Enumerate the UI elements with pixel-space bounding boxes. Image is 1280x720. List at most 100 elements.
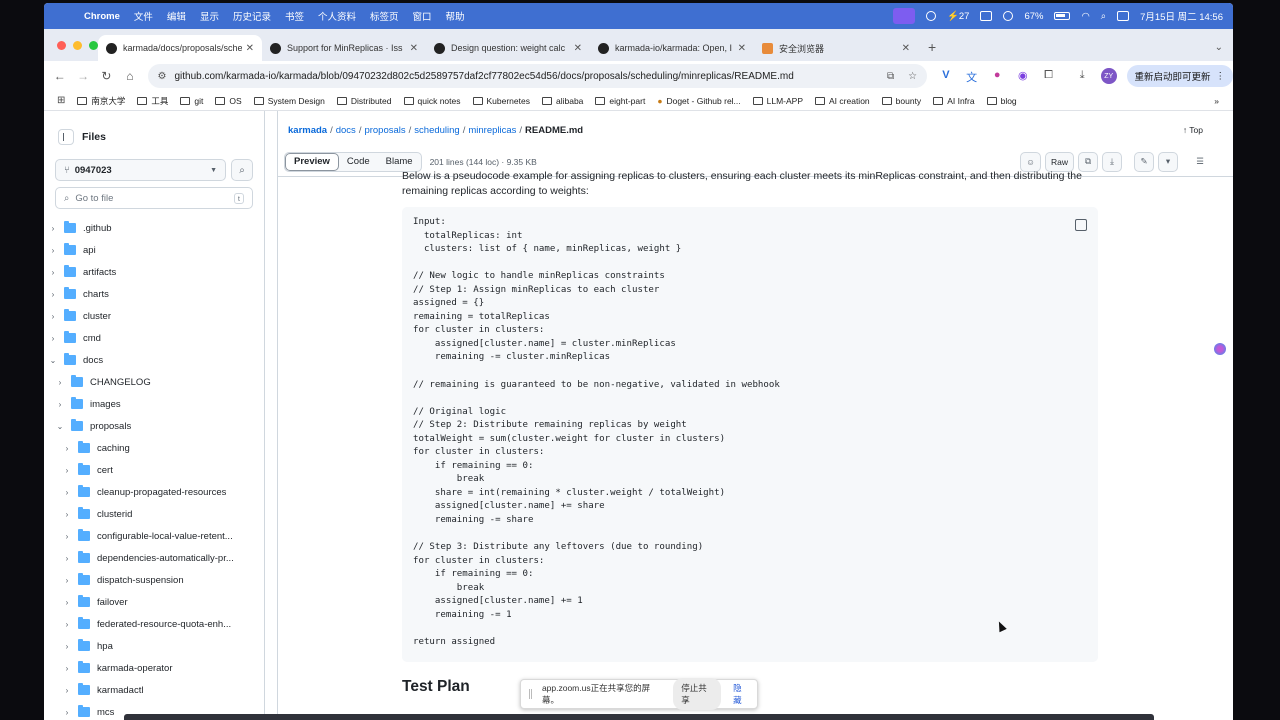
site-info-icon[interactable]: ⚙ — [158, 71, 167, 82]
tree-item[interactable]: › artifacts — [44, 261, 265, 283]
copy-code-icon[interactable] — [1075, 219, 1087, 231]
tree-item[interactable]: › configurable-local-value-retent... — [44, 525, 265, 547]
bookmark-star-icon[interactable]: ☆ — [908, 71, 917, 82]
tree-item[interactable]: › caching — [44, 437, 265, 459]
tree-item[interactable]: › karmada-operator — [44, 657, 265, 679]
menu-window[interactable]: 窗口 — [413, 9, 432, 23]
menu-view[interactable]: 显示 — [200, 9, 219, 23]
bookmark-link[interactable]: ● Doget - Github rel... — [657, 96, 740, 106]
tree-item[interactable]: › images — [44, 393, 265, 415]
control-center-icon[interactable] — [1117, 11, 1130, 21]
bookmark-folder[interactable]: AI Infra — [933, 96, 975, 106]
bookmark-folder[interactable]: LLM-APP — [752, 96, 803, 106]
chevron-right-icon[interactable]: › — [62, 708, 72, 717]
chevron-right-icon[interactable]: › — [48, 290, 58, 299]
tree-item[interactable]: › federated-resource-quota-enh... — [44, 613, 265, 635]
record-icon[interactable] — [926, 11, 937, 21]
chevron-right-icon[interactable]: › — [62, 532, 72, 541]
bookmark-folder[interactable]: bounty — [881, 96, 921, 106]
close-tab-icon[interactable]: ✕ — [246, 43, 254, 54]
apps-grid-icon[interactable]: ⊞ — [57, 95, 65, 106]
tab-search-chevron-icon[interactable]: ⌄ — [1205, 42, 1233, 61]
tab-preview[interactable]: Preview — [285, 152, 339, 171]
tree-item[interactable]: › dispatch-suspension — [44, 569, 265, 591]
tree-item[interactable]: › failover — [44, 591, 265, 613]
home-icon[interactable]: ⌂ — [118, 69, 141, 83]
collapse-panel-icon[interactable] — [58, 129, 74, 145]
menu-history[interactable]: 历史记录 — [233, 9, 271, 23]
edit-file-button[interactable]: ✎ — [1134, 151, 1154, 172]
tab-blame[interactable]: Blame — [378, 153, 421, 171]
chevron-right-icon[interactable]: › — [62, 576, 72, 585]
branch-selector[interactable]: ⑂ 0947023 ▼ — [55, 159, 226, 181]
tree-item[interactable]: › CHANGELOG — [44, 371, 265, 393]
menu-help[interactable]: 帮助 — [446, 9, 465, 23]
chevron-right-icon[interactable]: › — [62, 510, 72, 519]
close-tab-icon[interactable]: ✕ — [410, 43, 418, 54]
bookmark-folder[interactable]: git — [180, 96, 203, 106]
profile-avatar[interactable]: ZY — [1100, 68, 1117, 84]
breadcrumb-proposals[interactable]: proposals — [364, 125, 405, 136]
tree-item[interactable]: › dependencies-automatically-pr... — [44, 547, 265, 569]
chevron-right-icon[interactable]: › — [62, 664, 72, 673]
more-bookmarks-icon[interactable]: » — [1214, 96, 1219, 106]
vpn-icon[interactable] — [1003, 11, 1014, 21]
tab-code[interactable]: Code — [339, 153, 378, 171]
go-to-file-input[interactable]: ⌕ Go to file t — [55, 187, 253, 209]
breadcrumb-docs[interactable]: docs — [336, 125, 356, 136]
reload-icon[interactable]: ↻ — [95, 69, 118, 83]
search-code-button[interactable]: ⌕ — [231, 159, 253, 181]
tree-item[interactable]: › charts — [44, 283, 265, 305]
tree-item[interactable]: ⌄ proposals — [44, 415, 265, 437]
extension-ai-icon[interactable]: ◉ — [1016, 69, 1030, 83]
translate-icon[interactable]: 文 — [965, 69, 979, 84]
address-bar[interactable]: ⚙ github.com/karmada-io/karmada/blob/094… — [147, 64, 928, 88]
chevron-right-icon[interactable]: › — [48, 312, 58, 321]
new-tab-button[interactable]: + — [918, 39, 946, 61]
download-raw-button[interactable]: ⤓ — [1102, 151, 1122, 172]
download-icon[interactable]: ⤓ — [1075, 69, 1089, 83]
chevron-right-icon[interactable]: › — [62, 466, 72, 475]
chevron-right-icon[interactable]: › — [62, 642, 72, 651]
back-arrow-icon[interactable]: ← — [48, 69, 71, 83]
close-tab-icon[interactable]: ✕ — [902, 43, 910, 54]
minimize-window-button[interactable] — [73, 41, 82, 50]
menu-profiles[interactable]: 个人资料 — [318, 9, 356, 23]
close-tab-icon[interactable]: ✕ — [574, 43, 582, 54]
breadcrumb-scheduling[interactable]: scheduling — [414, 125, 459, 136]
edit-options-button[interactable]: ▾ — [1158, 151, 1178, 172]
tree-item[interactable]: › hpa — [44, 635, 265, 657]
browser-tab[interactable]: 安全浏览器 ✕ — [754, 35, 918, 61]
menu-edit[interactable]: 编辑 — [167, 9, 186, 23]
chevron-right-icon[interactable]: › — [48, 246, 58, 255]
tree-item[interactable]: › .github — [44, 217, 265, 239]
chevron-right-icon[interactable]: › — [62, 444, 72, 453]
tree-item[interactable]: › clusterid — [44, 503, 265, 525]
bookmark-folder[interactable]: 南京大学 — [77, 95, 125, 107]
close-tab-icon[interactable]: ✕ — [738, 43, 746, 54]
back-to-top-link[interactable]: ↑ Top — [1183, 125, 1203, 135]
menubar-clock[interactable]: 7月15日 周二 14:56 — [1140, 9, 1223, 23]
wifi-icon[interactable]: ◠ — [1081, 11, 1089, 22]
url-text[interactable]: github.com/karmada-io/karmada/blob/09470… — [174, 71, 793, 82]
breadcrumb-minreplicas[interactable]: minreplicas — [468, 125, 516, 136]
forward-arrow-icon[interactable]: → — [71, 69, 94, 83]
chevron-right-icon[interactable]: › — [62, 488, 72, 497]
bookmark-folder[interactable]: Distributed — [336, 96, 392, 106]
bookmark-folder[interactable]: 工具 — [137, 95, 168, 107]
chevron-right-icon[interactable]: › — [55, 400, 65, 409]
menubar-app-name[interactable]: Chrome — [84, 11, 120, 22]
chevron-right-icon[interactable]: › — [48, 224, 58, 233]
tree-item[interactable]: › cluster — [44, 305, 265, 327]
tree-item[interactable]: › cleanup-propagated-resources — [44, 481, 265, 503]
search-icon[interactable]: ⌕ — [1101, 11, 1106, 22]
bookmark-folder[interactable]: AI creation — [815, 96, 870, 106]
tray-icon[interactable] — [980, 11, 993, 21]
outline-button[interactable]: ☰ — [1190, 152, 1210, 172]
chevron-down-icon[interactable]: ⌄ — [48, 356, 58, 365]
tree-item[interactable]: › cmd — [44, 327, 265, 349]
browser-tab[interactable]: karmada-io/karmada: Open, I ✕ — [590, 35, 754, 61]
tree-item[interactable]: › cert — [44, 459, 265, 481]
screen-share-icon[interactable] — [893, 8, 916, 24]
bookmark-folder[interactable]: blog — [986, 96, 1017, 106]
